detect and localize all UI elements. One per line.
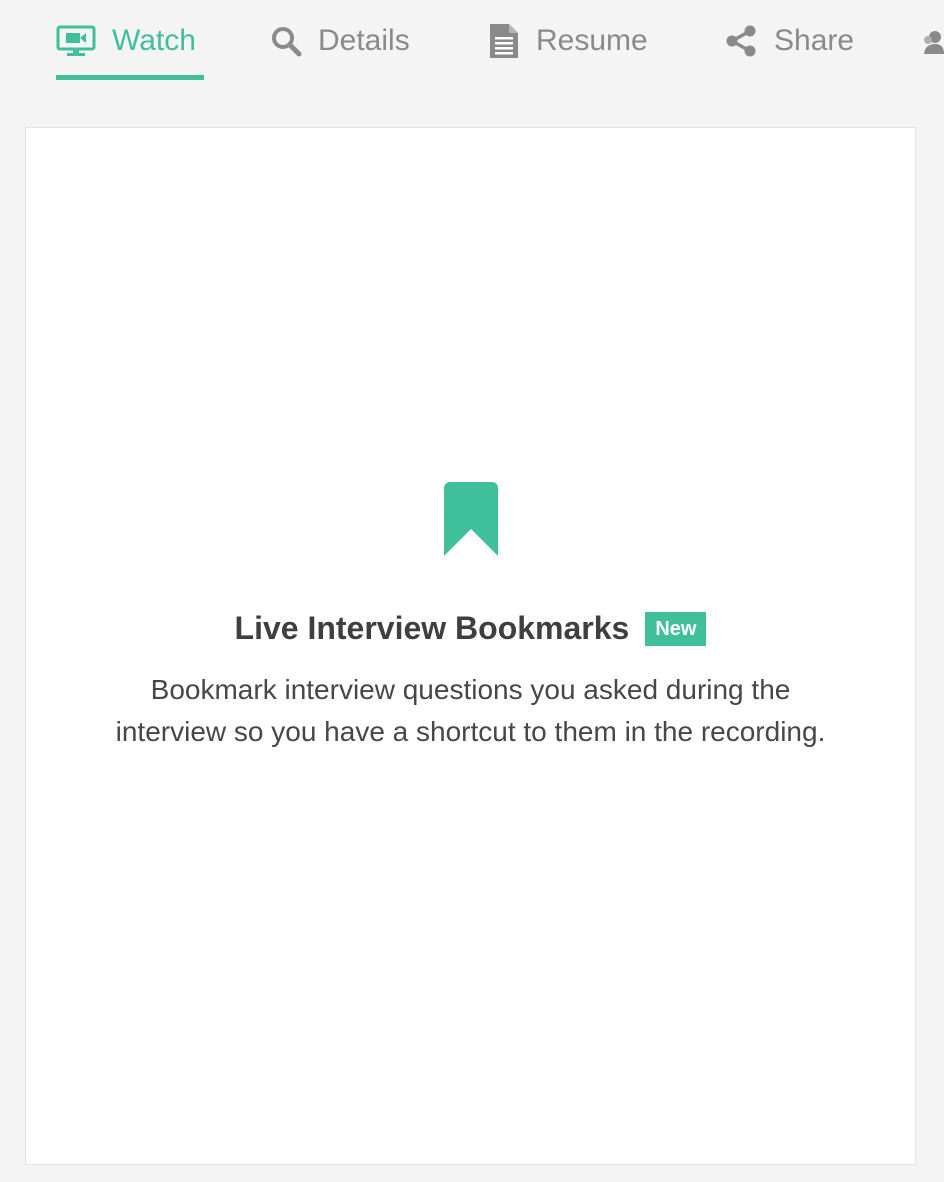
empty-state-title: Live Interview Bookmarks (234, 610, 630, 646)
tab-bar: Watch Details Resume Share (0, 0, 944, 82)
tab-people[interactable] (922, 0, 944, 82)
empty-state: Live Interview Bookmarks New Bookmark in… (26, 482, 915, 753)
tab-share[interactable]: Share (724, 0, 854, 82)
people-icon (922, 26, 944, 56)
search-icon (270, 25, 302, 57)
new-badge: New (645, 611, 707, 646)
empty-state-description: Bookmark interview questions you asked d… (115, 674, 826, 747)
monitor-video-icon (56, 25, 96, 57)
content-card: Live Interview Bookmarks New Bookmark in… (25, 127, 916, 1165)
tab-watch-label: Watch (112, 24, 196, 57)
tab-resume[interactable]: Resume (488, 0, 648, 82)
tab-share-label: Share (774, 24, 855, 57)
tab-details[interactable]: Details (270, 0, 410, 82)
document-icon (488, 22, 520, 60)
empty-state-title-row: Live Interview Bookmarks New (26, 610, 915, 647)
tab-details-label: Details (318, 24, 410, 57)
share-icon (724, 24, 758, 58)
tab-watch[interactable]: Watch (56, 0, 204, 82)
tab-resume-label: Resume (536, 24, 648, 57)
bookmark-icon (443, 482, 498, 556)
